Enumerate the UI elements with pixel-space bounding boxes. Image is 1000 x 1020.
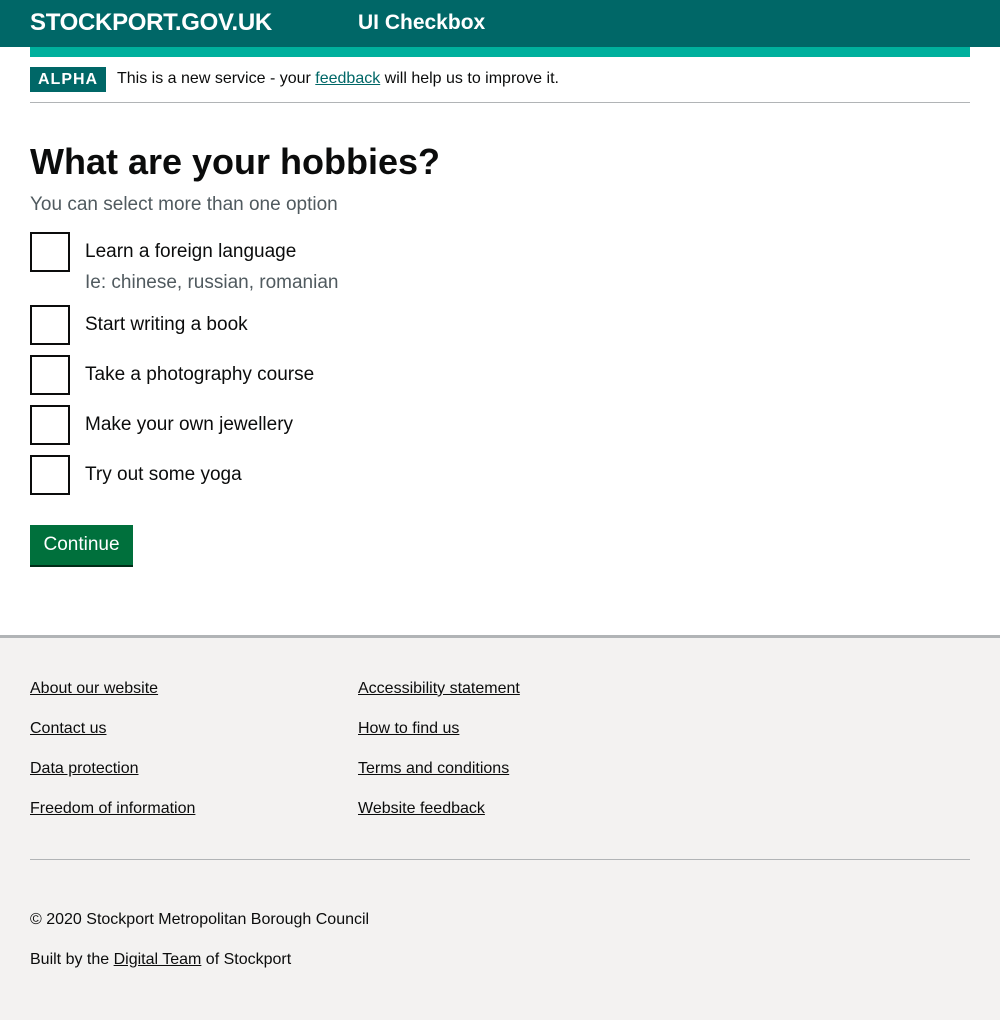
phase-text-after: will help us to improve it. xyxy=(380,70,559,87)
site-logo-link[interactable]: STOCKPORT.GOV.UK xyxy=(30,9,272,37)
phase-text-before: This is a new service - your xyxy=(117,70,316,87)
footer-link-accessibility[interactable]: Accessibility statement xyxy=(358,680,520,698)
phase-banner-text: This is a new service - your feedback wi… xyxy=(117,70,559,88)
checkbox-label[interactable]: Take a photography course xyxy=(85,364,314,386)
checkbox-input[interactable] xyxy=(30,455,70,495)
checkbox-label[interactable]: Try out some yoga xyxy=(85,464,242,486)
built-by-text: Built by the Digital Team of Stockport xyxy=(30,951,291,969)
site-header: STOCKPORT.GOV.UK UI Checkbox xyxy=(0,0,1000,47)
checkbox-input[interactable] xyxy=(30,232,70,272)
footer-link-website-feedback[interactable]: Website feedback xyxy=(358,800,485,818)
built-by-after: of Stockport xyxy=(201,951,292,968)
site-footer: About our website Contact us Data protec… xyxy=(0,635,1000,1020)
footer-link-terms[interactable]: Terms and conditions xyxy=(358,760,509,778)
footer-link-data-protection[interactable]: Data protection xyxy=(30,760,139,778)
checkbox-item-hint: Ie: chinese, russian, romanian xyxy=(85,272,339,293)
checkbox-input[interactable] xyxy=(30,405,70,445)
footer-link-find-us[interactable]: How to find us xyxy=(358,720,459,738)
footer-link-about[interactable]: About our website xyxy=(30,680,158,698)
footer-link-contact[interactable]: Contact us xyxy=(30,720,106,738)
built-by-before: Built by the xyxy=(30,951,114,968)
phase-tag: ALPHA xyxy=(30,67,107,92)
page-title: What are your hobbies? xyxy=(30,141,441,182)
copyright-text: © 2020 Stockport Metropolitan Borough Co… xyxy=(30,911,370,928)
checkbox-label[interactable]: Learn a foreign language xyxy=(85,241,296,263)
feedback-link[interactable]: feedback xyxy=(315,70,380,87)
continue-button[interactable]: Continue xyxy=(30,525,133,565)
service-name-link[interactable]: UI Checkbox xyxy=(358,11,485,35)
phase-banner: ALPHA This is a new service - your feedb… xyxy=(30,57,970,103)
footer-link-foi[interactable]: Freedom of information xyxy=(30,800,195,818)
checkbox-label[interactable]: Make your own jewellery xyxy=(85,414,293,436)
checkbox-label[interactable]: Start writing a book xyxy=(85,314,248,336)
question-hint: You can select more than one option xyxy=(30,194,338,215)
checkbox-input[interactable] xyxy=(30,355,70,395)
footer-divider xyxy=(30,859,970,860)
header-accent-bar xyxy=(30,47,970,57)
digital-team-link[interactable]: Digital Team xyxy=(114,951,202,968)
checkbox-input[interactable] xyxy=(30,305,70,345)
